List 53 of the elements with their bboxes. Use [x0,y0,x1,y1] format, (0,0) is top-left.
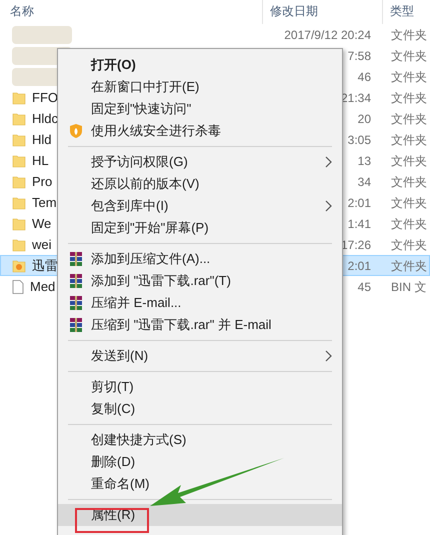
menu-label: 添加到压缩文件(A)... [91,250,210,268]
file-name: FFO [32,88,58,107]
file-date: 7:58 [348,48,371,64]
menu-label: 创建快捷方式(S) [91,431,186,450]
file-type: 文件夹 [391,216,427,230]
file-name: 迅雷 [32,256,58,275]
file-type: 文件夹 [391,238,427,252]
file-name: Hld [32,130,52,149]
menu-label: 删除(D) [91,453,136,472]
file-date: 3:05 [348,132,371,148]
menu-label: 压缩并 E-mail... [91,294,182,312]
menu-label: 发送到(N) [91,347,148,366]
file-name: Pro [32,172,52,191]
menu-label: 固定到"快速访问" [91,100,192,118]
file-type: 文件夹 [391,112,427,126]
file-type: 文件夹 [391,132,427,146]
file-type: 文件夹 [391,258,427,272]
file-date: 46 [358,68,371,86]
menu-label: 压缩到 "迅雷下载.rar" 并 E-mail [91,316,272,334]
menu-label: 打开(O) [91,56,136,74]
menu-label: 包含到库中(I) [91,197,168,216]
file-name: We [32,214,52,233]
menu-label: 固定到"开始"屏幕(P) [91,219,209,238]
file-date: 34 [358,174,371,190]
menu-label: 在新窗口中打开(E) [91,78,200,96]
file-type: 文件夹 [391,28,427,42]
file-date: 2:01 [348,194,371,212]
file-type: 文件夹 [391,48,427,62]
file-date: 2017/9/12 20:24 [284,26,371,44]
file-type: BIN 文 [391,280,426,294]
file-name: Hldc [32,110,58,128]
menu-label: 添加到 "迅雷下载.rar"(T) [91,272,231,290]
file-type: 文件夹 [391,154,427,168]
file-name: Tem [32,194,57,212]
menu-label: 重命名(M) [91,475,150,494]
file-name: Med [30,278,56,296]
file-type: 文件夹 [391,70,427,84]
file-date: 20 [358,110,371,128]
menu-label: 使用火绒安全进行杀毒 [91,122,221,140]
menu-label: 剪切(T) [91,378,134,396]
menu-label: 复制(C) [91,400,136,418]
file-date: 45 [358,278,371,296]
file-type: 文件夹 [391,90,427,104]
file-date: 2:01 [348,258,371,274]
file-date: 13 [358,152,371,170]
file-date: 17:26 [340,236,371,254]
file-name: wei [32,236,52,254]
file-date: 1:41 [348,216,371,232]
menu-label: 还原以前的版本(V) [91,175,200,194]
menu-label: 授予访问权限(G) [91,153,188,172]
file-name: HL [32,152,49,170]
file-type: 文件夹 [391,174,427,188]
file-type: 文件夹 [391,196,427,210]
